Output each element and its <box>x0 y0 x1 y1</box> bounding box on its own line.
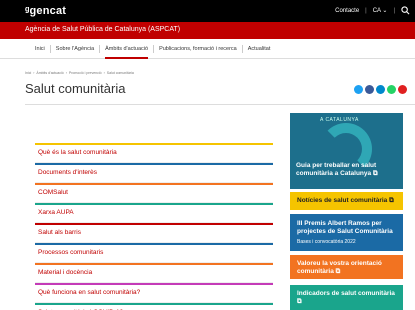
menu-item-label: Xarxa AUPA <box>38 209 74 216</box>
gencat-logo[interactable]: ᵍgencat <box>25 5 66 17</box>
menu-item[interactable]: Documents d'interès <box>35 163 273 183</box>
menu-item-stripe <box>35 243 273 245</box>
menu-item-label: Documents d'interès <box>38 169 98 176</box>
value-orientation-card[interactable]: Valoreu la vostra orientació comunitària… <box>290 255 403 279</box>
menu-item-stripe <box>35 163 273 165</box>
search-icon[interactable] <box>401 6 410 15</box>
nav-item-actualitat[interactable]: Actualitat <box>241 44 276 53</box>
nav-item-ambits[interactable]: Àmbits d'actuació <box>99 44 153 59</box>
menu-item-stripe <box>35 223 273 225</box>
menu-item-label: Processos comunitaris <box>38 249 104 256</box>
nav-item-publicacions[interactable]: Publicacions, formació i recerca <box>153 44 242 53</box>
facebook-icon[interactable] <box>365 85 374 94</box>
menu-item[interactable]: Material i docència <box>35 263 273 283</box>
breadcrumb-item[interactable]: Promoció i prevenció <box>69 71 102 75</box>
menu-item-label: Material i docència <box>38 269 93 276</box>
main-nav: Inici Sobre l'Agència Àmbits d'actuació … <box>0 39 415 59</box>
contact-link[interactable]: Contacte <box>335 8 359 14</box>
menu-item-stripe <box>35 263 273 265</box>
menu-item[interactable]: COMSalut <box>35 183 273 203</box>
menu-item-label: Què és la salut comunitària <box>38 149 117 156</box>
menu-item[interactable]: Salut als barris <box>35 223 273 243</box>
breadcrumb-item[interactable]: Inici <box>25 71 31 75</box>
menu-item-label: COMSalut <box>38 189 68 196</box>
menu-item-stripe <box>35 203 273 205</box>
menu-item-stripe <box>35 283 273 285</box>
breadcrumb-item[interactable]: Àmbits d'actuació <box>36 71 63 75</box>
menu-item[interactable]: Què funciona en salut comunitària? <box>35 283 273 303</box>
indicators-card[interactable]: Indicadors de salut comunitària ⧉ <box>290 285 403 310</box>
menu-item-stripe <box>35 183 273 185</box>
menu-item-label: Què funciona en salut comunitària? <box>38 289 141 296</box>
separator: | <box>393 7 395 14</box>
page-title: Salut comunitària <box>25 81 126 96</box>
award-title: III Premis Albert Ramos per projectes de… <box>297 220 393 235</box>
whatsapp-icon[interactable] <box>387 85 396 94</box>
breadcrumb: Inici › Àmbits d'actuació › Promoció i pre… <box>25 71 134 75</box>
external-link-icon: ⧉ <box>389 197 394 204</box>
menu-item[interactable]: Salut comunitària i COVID-19 <box>35 303 273 310</box>
telegram-icon[interactable] <box>376 85 385 94</box>
topic-menu: Què és la salut comunitària Documents d'i… <box>35 143 273 310</box>
external-link-icon: ⧉ <box>297 298 302 305</box>
menu-item[interactable]: Què és la salut comunitària <box>35 143 273 163</box>
menu-item-label: Salut als barris <box>38 229 81 236</box>
menu-item[interactable]: Xarxa AUPA <box>35 203 273 223</box>
top-links: Contacte | CA ⌄ | <box>335 7 395 15</box>
email-icon[interactable] <box>398 85 407 94</box>
menu-item-stripe <box>35 303 273 305</box>
news-card[interactable]: Notícies de salut comunitària ⧉ <box>290 192 403 210</box>
separator: | <box>365 7 367 14</box>
award-subtitle: Bases i convocatòria 2022 <box>297 239 356 245</box>
nav-item-inici[interactable]: Inici <box>30 45 50 53</box>
twitter-icon[interactable] <box>354 85 363 94</box>
menu-item-stripe <box>35 143 273 145</box>
social-share <box>354 85 407 94</box>
divider <box>25 104 415 105</box>
external-link-icon: ⧉ <box>372 170 378 177</box>
external-link-icon: ⧉ <box>335 268 341 275</box>
agency-name[interactable]: Agència de Salut Pública de Catalunya (A… <box>25 26 180 33</box>
agency-bar: Agència de Salut Pública de Catalunya (A… <box>0 22 415 39</box>
promo-caption: Guia per treballar en salut comunitària … <box>296 162 378 177</box>
promo-brand: A CATALUNYA <box>320 117 359 123</box>
top-bar: ᵍgencat Contacte | CA ⌄ | <box>0 0 415 22</box>
guide-promo-card[interactable]: A CATALUNYA Guia per treballar en salut … <box>290 113 403 189</box>
breadcrumb-item: Salut comunitària <box>106 71 134 75</box>
language-selector[interactable]: CA ⌄ <box>373 7 388 14</box>
nav-item-agencia[interactable]: Sobre l'Agència <box>49 44 99 53</box>
menu-item[interactable]: Processos comunitaris <box>35 243 273 263</box>
award-card[interactable]: III Premis Albert Ramos per projectes de… <box>290 214 403 251</box>
